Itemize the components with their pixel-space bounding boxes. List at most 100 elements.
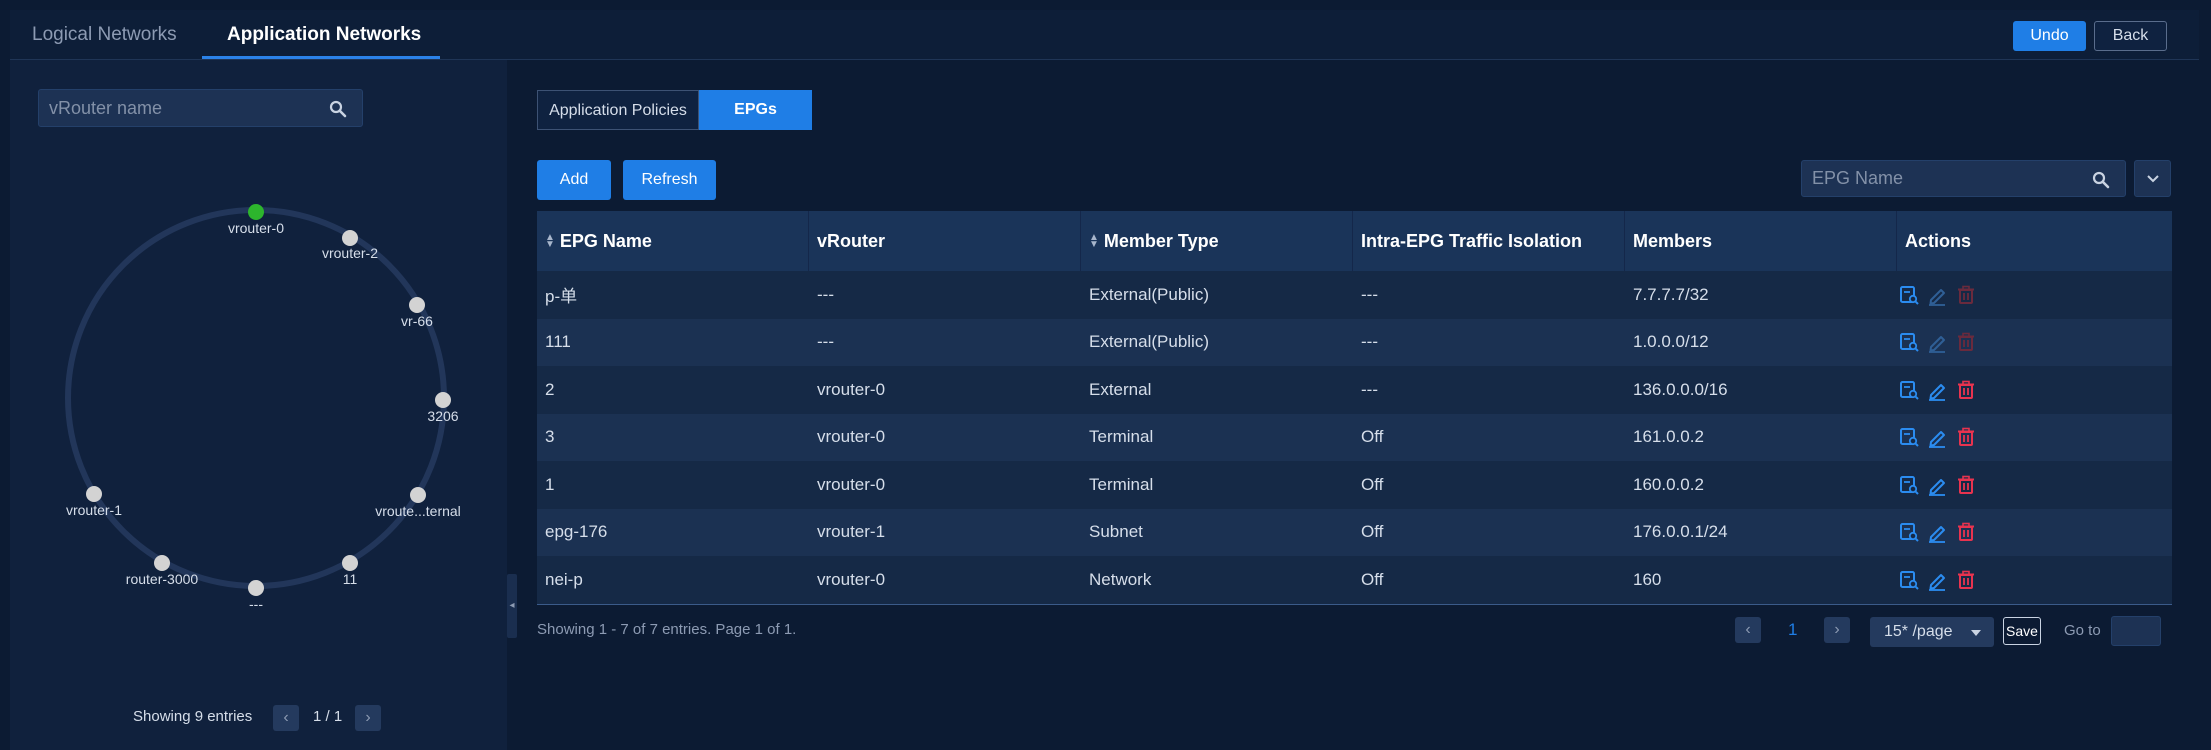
- prev-page-button[interactable]: ‹: [1735, 617, 1761, 643]
- column-header-epg-name[interactable]: ▲ ▼ EPG Name: [537, 211, 809, 271]
- table-row[interactable]: 2 vrouter-0 External --- 136.0.0.0/16: [537, 366, 2172, 414]
- chevron-down-icon: [2147, 175, 2159, 183]
- vrouter-node[interactable]: vr-66: [401, 297, 433, 329]
- next-page-button[interactable]: ›: [355, 705, 381, 731]
- vrouter-node-dot[interactable]: [409, 297, 425, 313]
- panel-collapse-handle[interactable]: ◂: [507, 574, 517, 638]
- view-details-icon[interactable]: [1898, 569, 1920, 591]
- epg-search-input[interactable]: [1802, 161, 2082, 196]
- view-details-icon[interactable]: [1898, 331, 1920, 353]
- vrouter-node-dot[interactable]: [435, 392, 451, 408]
- tab-application-networks[interactable]: Application Networks: [227, 10, 421, 60]
- delete-icon[interactable]: [1955, 521, 1977, 543]
- delete-icon[interactable]: [1955, 331, 1977, 353]
- sort-icon[interactable]: ▲ ▼: [1089, 233, 1099, 250]
- vrouter-node-dot[interactable]: [342, 230, 358, 246]
- vrouter-node-dot[interactable]: [248, 204, 264, 220]
- back-button[interactable]: Back: [2094, 21, 2167, 51]
- vrouter-node[interactable]: ---: [248, 580, 264, 612]
- epg-name-cell: 3: [545, 427, 555, 447]
- tab-application-policies[interactable]: Application Policies: [537, 90, 699, 130]
- delete-icon[interactable]: [1955, 379, 1977, 401]
- prev-page-button[interactable]: ‹: [273, 705, 299, 731]
- active-tab-indicator: [202, 56, 440, 59]
- edit-icon[interactable]: [1926, 379, 1948, 401]
- column-label: EPG Name: [559, 230, 652, 251]
- save-page-size-button[interactable]: Save: [2003, 617, 2041, 645]
- delete-icon[interactable]: [1955, 426, 1977, 448]
- epg-name-cell: 111: [545, 332, 571, 352]
- epg-table: ▲ ▼ EPG Name vRouter ▲ ▼ Member Type Intra-E…: [537, 211, 2172, 605]
- caret-down-icon: [1971, 630, 1981, 636]
- tab-epgs[interactable]: EPGs: [699, 90, 812, 130]
- edit-icon[interactable]: [1926, 569, 1948, 591]
- vrouter-node[interactable]: 11: [342, 555, 358, 587]
- table-row[interactable]: epg-176 vrouter-1 Subnet Off 176.0.0.1/24: [537, 508, 2172, 556]
- table-row[interactable]: 3 vrouter-0 Terminal Off 161.0.0.2: [537, 413, 2172, 461]
- vrouter-node[interactable]: router-3000: [126, 555, 199, 587]
- vrouter-node-label: 3206: [427, 408, 458, 424]
- epg-name-cell: 1: [545, 474, 555, 494]
- member-type-cell: Terminal: [1089, 474, 1154, 494]
- epg-name-cell: epg-176: [545, 522, 608, 542]
- view-details-icon[interactable]: [1898, 474, 1920, 496]
- view-details-icon[interactable]: [1898, 521, 1920, 543]
- delete-icon[interactable]: [1955, 569, 1977, 591]
- view-details-icon[interactable]: [1898, 426, 1920, 448]
- tab-logical-networks[interactable]: Logical Networks: [32, 10, 177, 60]
- member-type-cell: Network: [1089, 569, 1152, 589]
- table-row[interactable]: p-单 --- External(Public) --- 7.7.7.7/32: [537, 271, 2172, 319]
- vrouter-node-dot[interactable]: [342, 555, 358, 571]
- vrouter-node-dot[interactable]: [154, 555, 170, 571]
- member-type-cell: External: [1089, 379, 1152, 399]
- isolation-cell: Off: [1361, 569, 1384, 589]
- vrouter-page-indicator: 1 / 1: [313, 708, 343, 725]
- goto-page-input[interactable]: [2111, 616, 2161, 646]
- add-button[interactable]: Add: [537, 160, 611, 200]
- vrouter-node[interactable]: vrouter-2: [322, 230, 378, 261]
- column-header-member-type[interactable]: ▲ ▼ Member Type: [1081, 211, 1353, 271]
- column-label: Actions: [1905, 230, 1972, 251]
- delete-icon[interactable]: [1955, 284, 1977, 306]
- table-row[interactable]: 111 --- External(Public) --- 1.0.0.0/12: [537, 318, 2172, 366]
- table-header: ▲ ▼ EPG Name vRouter ▲ ▼ Member Type Intra-E…: [537, 211, 2172, 271]
- isolation-cell: Off: [1361, 522, 1384, 542]
- member-type-cell: Terminal: [1089, 427, 1154, 447]
- column-label: Member Type: [1103, 230, 1219, 251]
- next-page-button[interactable]: ›: [1824, 617, 1850, 643]
- pagination-summary: Showing 1 - 7 of 7 entries. Page 1 of 1.: [537, 621, 797, 638]
- view-details-icon[interactable]: [1898, 284, 1920, 306]
- vrouter-node-dot[interactable]: [248, 580, 264, 596]
- epg-search-box: [1801, 160, 2126, 197]
- vrouter-topology-panel: vrouter-0 vrouter-2 vr-66 3206 vroute...tern…: [10, 60, 507, 750]
- edit-icon[interactable]: [1926, 474, 1948, 496]
- vrouter-node[interactable]: vroute...ternal: [375, 487, 461, 519]
- edit-icon[interactable]: [1926, 426, 1948, 449]
- epg-name-cell: p-单: [545, 287, 578, 307]
- members-cell: 176.0.0.1/24: [1633, 522, 1728, 542]
- edit-icon[interactable]: [1926, 284, 1948, 306]
- delete-icon[interactable]: [1955, 474, 1977, 496]
- advanced-filter-toggle[interactable]: [2134, 160, 2171, 197]
- table-row[interactable]: nei-p vrouter-0 Network Off 160: [537, 556, 2172, 604]
- vrouter-ring-diagram: vrouter-0 vrouter-2 vr-66 3206 vroute...tern…: [65, 204, 461, 612]
- page-size-value: 15* /page: [1884, 623, 1953, 640]
- undo-button[interactable]: Undo: [2013, 21, 2086, 51]
- table-row[interactable]: 1 vrouter-0 Terminal Off 160.0.0.2: [537, 461, 2172, 509]
- vrouter-node-dot[interactable]: [410, 487, 426, 503]
- member-type-cell: External(Public): [1089, 332, 1209, 352]
- sort-icon[interactable]: ▲ ▼: [545, 233, 555, 250]
- search-icon[interactable]: [2092, 171, 2110, 189]
- isolation-cell: Off: [1361, 474, 1384, 494]
- vrouter-node[interactable]: vrouter-1: [66, 486, 122, 518]
- view-details-icon[interactable]: [1898, 379, 1920, 401]
- isolation-cell: ---: [1361, 284, 1378, 304]
- edit-icon[interactable]: [1926, 331, 1948, 354]
- page-size-select[interactable]: 15* /page: [1870, 617, 1994, 647]
- edit-icon[interactable]: [1926, 521, 1948, 544]
- refresh-button[interactable]: Refresh: [623, 160, 716, 200]
- column-header-actions: Actions: [1897, 211, 2172, 271]
- current-page-number[interactable]: 1: [1788, 620, 1797, 640]
- vrouter-node[interactable]: 3206: [427, 392, 459, 424]
- vrouter-node-dot[interactable]: [86, 486, 102, 502]
